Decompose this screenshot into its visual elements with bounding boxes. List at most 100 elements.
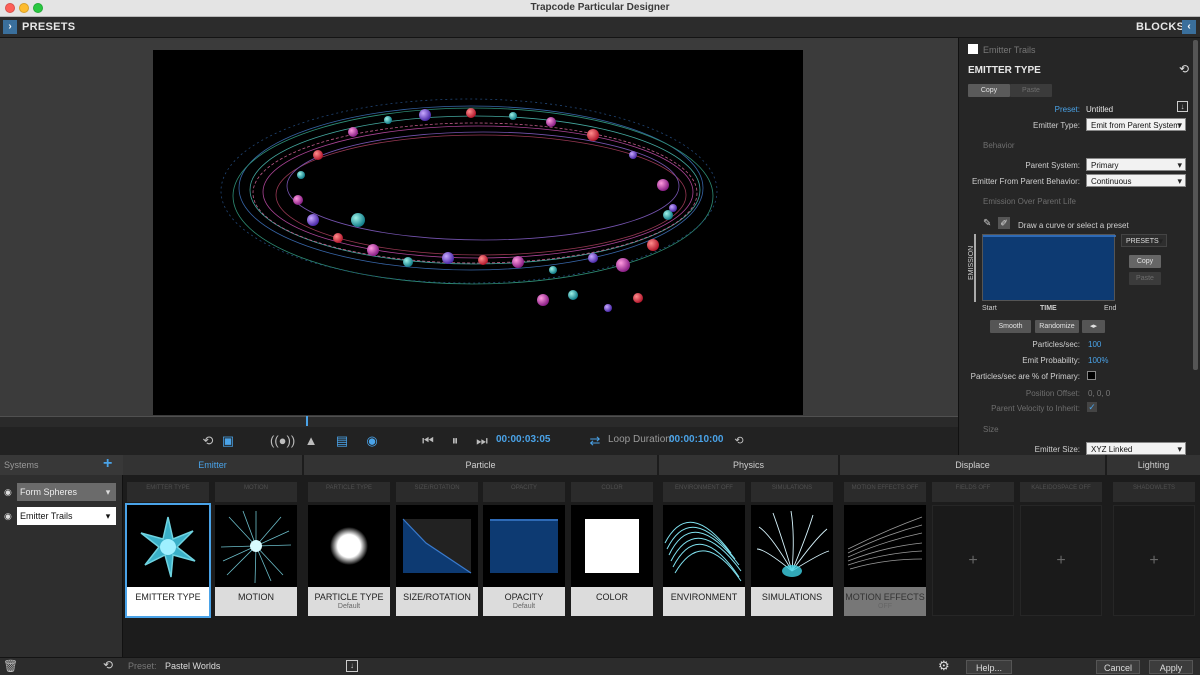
reset-view-icon[interactable]: ⟲ bbox=[200, 433, 216, 449]
block-card-particle-type[interactable]: PARTICLE TYPE Default bbox=[308, 505, 390, 616]
card-label: ENVIRONMENT bbox=[670, 592, 738, 602]
save-preset-icon[interactable]: ↓ bbox=[1177, 101, 1188, 112]
save-preset-icon[interactable]: ↓ bbox=[346, 660, 358, 672]
emitter-type-select[interactable]: Emit from Parent System bbox=[1086, 118, 1186, 132]
system-enable-checkbox[interactable] bbox=[968, 44, 978, 54]
card-label: COLOR bbox=[595, 592, 628, 602]
add-system-icon[interactable]: + bbox=[103, 455, 112, 473]
copy-block-button[interactable]: Copy bbox=[968, 84, 1010, 97]
position-offset-value[interactable]: 0, 0, 0 bbox=[1088, 389, 1110, 398]
curve-paste-button[interactable]: Paste bbox=[1129, 272, 1161, 285]
position-offset-label: Position Offset: bbox=[1025, 389, 1080, 398]
add-block-slot-shadowlets[interactable]: + bbox=[1113, 505, 1195, 616]
category-physics[interactable]: Physics bbox=[659, 455, 838, 475]
window-titlebar: Trapcode Particular Designer bbox=[0, 0, 1200, 17]
visibility-eye-icon[interactable]: ◉ bbox=[362, 433, 382, 449]
system-visibility-eye-icon[interactable]: ◉ bbox=[4, 487, 12, 498]
emission-curve-editor[interactable] bbox=[982, 234, 1116, 301]
randomize-button[interactable]: Randomize bbox=[1035, 320, 1079, 333]
block-card-color[interactable]: COLOR bbox=[571, 505, 653, 616]
parent-system-select[interactable]: Primary bbox=[1086, 158, 1186, 172]
parent-system-label: Parent System: bbox=[1025, 161, 1080, 170]
card-label: PARTICLE TYPE bbox=[314, 592, 384, 602]
panel-scrollbar[interactable] bbox=[1193, 40, 1198, 370]
sub-header: OPACITY bbox=[483, 482, 565, 502]
reset-block-icon[interactable]: ⟲ bbox=[1179, 62, 1189, 76]
loop-duration-label: Loop Duration: bbox=[608, 434, 674, 445]
loop-duration-value[interactable]: 00:00:10:00 bbox=[669, 434, 723, 445]
paste-block-button[interactable]: Paste bbox=[1010, 84, 1052, 97]
brush-icon[interactable]: ✐ bbox=[998, 217, 1010, 229]
curve-presets-select[interactable]: PRESETS bbox=[1121, 234, 1167, 248]
preset-label: Preset: bbox=[128, 661, 157, 671]
add-block-slot-fields[interactable]: + bbox=[932, 505, 1014, 616]
system-item[interactable]: Emitter Trails bbox=[17, 507, 100, 525]
block-settings-panel: Emitter Trails EMITTER TYPE ⟲ Copy Paste… bbox=[958, 38, 1200, 455]
card-label: SIMULATIONS bbox=[761, 592, 823, 602]
sub-header: KALEIDOSPACE OFF bbox=[1020, 482, 1102, 502]
reset-loop-icon[interactable]: ⟲ bbox=[732, 433, 746, 449]
card-label: MOTION bbox=[238, 592, 274, 602]
particles-sec-label: Particles/sec: bbox=[1032, 340, 1080, 349]
block-card-simulations[interactable]: SIMULATIONS bbox=[751, 505, 833, 616]
collapse-blocks-icon[interactable]: ‹ bbox=[1182, 20, 1196, 34]
block-card-size-rotation[interactable]: SIZE/ROTATION bbox=[396, 505, 478, 616]
pause-icon[interactable]: ⏸ bbox=[447, 433, 463, 449]
block-card-motion[interactable]: MOTION bbox=[215, 505, 297, 616]
expand-presets-icon[interactable]: › bbox=[3, 20, 17, 34]
reset-icon[interactable]: ⟲ bbox=[103, 658, 113, 672]
chevron-down-icon[interactable]: ▾ bbox=[100, 507, 116, 525]
cancel-button[interactable]: Cancel bbox=[1096, 660, 1140, 674]
pencil-icon[interactable]: ✎ bbox=[983, 218, 991, 229]
system-visibility-eye-icon[interactable]: ◉ bbox=[4, 511, 12, 522]
pct-primary-checkbox[interactable] bbox=[1087, 371, 1096, 380]
inherit-velocity-checkbox[interactable]: ✓ bbox=[1087, 402, 1097, 412]
emission-curve bbox=[983, 235, 1116, 237]
inherit-velocity-label: Parent Velocity to Inherit: bbox=[991, 404, 1080, 413]
block-card-environment[interactable]: ENVIRONMENT bbox=[663, 505, 745, 616]
trash-icon[interactable]: 🗑 bbox=[3, 659, 18, 673]
blocks-area: Emitter Particle Physics Displace Lighti… bbox=[123, 455, 1200, 657]
category-displace[interactable]: Displace bbox=[840, 455, 1105, 475]
motion-blur-icon[interactable]: ((●)) bbox=[270, 433, 295, 449]
comp-background-icon[interactable]: ▤ bbox=[334, 433, 350, 449]
blocks-label[interactable]: BLOCKS bbox=[1136, 21, 1184, 33]
camera-icon[interactable]: ▣ bbox=[218, 433, 238, 449]
apply-button[interactable]: Apply bbox=[1149, 660, 1193, 674]
flip-curve-icon[interactable]: ◂▸ bbox=[1082, 320, 1105, 333]
particles-sec-value[interactable]: 100 bbox=[1088, 340, 1101, 349]
opacity-thumbnail bbox=[490, 519, 558, 573]
block-card-emitter-type[interactable]: EMITTER TYPE bbox=[125, 503, 211, 618]
block-card-opacity[interactable]: OPACITY Default bbox=[483, 505, 565, 616]
size-heading: Size bbox=[983, 425, 999, 434]
sub-header: SIMULATIONS bbox=[751, 482, 833, 502]
gear-icon[interactable]: ⚙ bbox=[938, 658, 950, 674]
systems-header: Systems + bbox=[0, 455, 123, 475]
system-name: Emitter Trails bbox=[983, 45, 1036, 55]
emit-behavior-select[interactable]: Continuous bbox=[1086, 174, 1186, 188]
loop-icon[interactable]: ⇄ bbox=[587, 433, 603, 449]
timeline-scrubber[interactable] bbox=[0, 416, 958, 427]
category-lighting[interactable]: Lighting bbox=[1107, 455, 1200, 475]
block-card-motion-effects[interactable]: MOTION EFFECTS OFF bbox=[844, 505, 926, 616]
presets-label[interactable]: PRESETS bbox=[22, 21, 75, 33]
skip-to-end-icon[interactable]: ⏭ bbox=[474, 433, 490, 449]
emitter-size-select[interactable]: XYZ Linked bbox=[1086, 442, 1186, 455]
system-item[interactable]: Form Spheres bbox=[17, 483, 100, 501]
skip-to-start-icon[interactable]: ⏮ bbox=[420, 433, 436, 449]
curve-copy-button[interactable]: Copy bbox=[1129, 255, 1161, 268]
curve-hint: Draw a curve or select a preset bbox=[1018, 221, 1129, 230]
time-axis-label: TIME bbox=[1040, 305, 1057, 312]
smooth-button[interactable]: Smooth bbox=[990, 320, 1031, 333]
chevron-down-icon[interactable]: ▾ bbox=[100, 483, 116, 501]
grid-floor-icon[interactable]: ▲ bbox=[302, 433, 320, 449]
preview-canvas[interactable] bbox=[153, 50, 803, 415]
emit-probability-value[interactable]: 100% bbox=[1088, 356, 1108, 365]
category-particle[interactable]: Particle bbox=[304, 455, 657, 475]
category-emitter[interactable]: Emitter bbox=[123, 455, 302, 475]
add-block-slot-kaleidospace[interactable]: + bbox=[1020, 505, 1102, 616]
playhead[interactable] bbox=[306, 416, 308, 426]
emission-heading: Emission Over Parent Life bbox=[983, 197, 1076, 206]
time-start-label: Start bbox=[982, 305, 997, 312]
help-button[interactable]: Help... bbox=[966, 660, 1012, 674]
